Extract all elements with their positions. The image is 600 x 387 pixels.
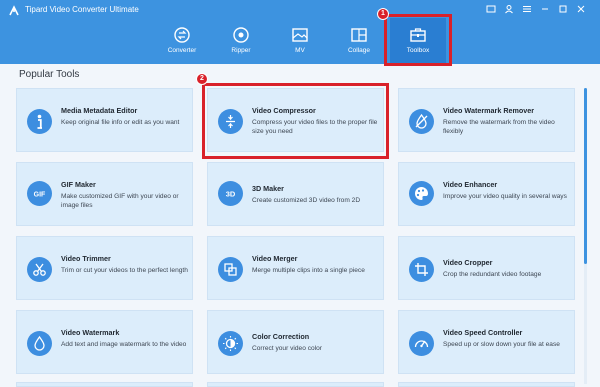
highlight-toolbox	[384, 14, 452, 66]
watermark-remover-icon	[409, 109, 434, 134]
nav-mv[interactable]: MV	[272, 24, 328, 60]
converter-icon	[174, 27, 190, 43]
tool-title: Video Trimmer	[61, 254, 111, 263]
app-title: Tipard Video Converter Ultimate	[25, 5, 139, 14]
menu-icon[interactable]	[520, 2, 534, 16]
title-bar: Tipard Video Converter Ultimate Converte…	[0, 0, 600, 64]
color-correction-icon	[218, 331, 243, 356]
tool-card-gif-maker[interactable]: GIF GIF Maker Make customized GIF with y…	[16, 162, 193, 226]
feedback-icon[interactable]	[484, 2, 498, 16]
maximize-icon[interactable]	[556, 2, 570, 16]
nav-label: Collage	[347, 47, 371, 54]
annotation-badge: 2	[196, 73, 208, 85]
tool-desc: Create customized 3D video from 2D	[252, 197, 361, 204]
tool-title: Media Metadata Editor	[61, 106, 138, 115]
tool-desc: Correct your video color	[252, 345, 322, 352]
app-logo-icon	[9, 5, 19, 16]
tool-card-video-speed-controller[interactable]: Video Speed Controller Speed up or slow …	[398, 310, 575, 374]
tool-card-video-cropper[interactable]: Video Cropper Crop the redundant video f…	[398, 236, 575, 300]
highlight-video-compressor	[202, 83, 389, 159]
tool-desc: Make customized GIF with your video or i…	[61, 193, 179, 209]
nav-label: MV	[295, 47, 305, 54]
merge-icon	[218, 257, 243, 282]
ripper-icon	[233, 27, 249, 43]
nav-label: Ripper	[231, 47, 251, 54]
tool-card-media-metadata-editor[interactable]: Media Metadata Editor Keep original file…	[16, 88, 193, 152]
tool-title: Video Enhancer	[443, 180, 498, 189]
droplet-icon	[27, 331, 52, 356]
3d-icon: 3D	[218, 181, 243, 206]
gif-icon: GIF	[27, 181, 52, 206]
tool-desc: Speed up or slow down your file at ease	[443, 341, 560, 348]
svg-text:3D: 3D	[226, 190, 236, 199]
tool-card-partial[interactable]	[16, 382, 193, 387]
tool-desc: Improve your video quality in several wa…	[443, 193, 567, 200]
tool-title: Video Cropper	[443, 258, 493, 267]
tool-title: Color Correction	[252, 332, 310, 341]
minimize-icon[interactable]	[538, 2, 552, 16]
tool-desc: Trim or cut your videos to the perfect l…	[61, 267, 188, 274]
collage-icon	[351, 28, 367, 42]
tool-title: Video Speed Controller	[443, 328, 523, 337]
user-icon[interactable]	[502, 2, 516, 16]
tool-desc: Crop the redundant video footage	[443, 271, 542, 278]
nav-label: Converter	[167, 47, 197, 54]
info-icon	[27, 109, 52, 134]
tool-card-video-watermark[interactable]: Video Watermark Add text and image water…	[16, 310, 193, 374]
tool-desc: Add text and image watermark to the vide…	[61, 341, 187, 348]
speed-icon	[409, 331, 434, 356]
tool-card-partial[interactable]	[207, 382, 384, 387]
tool-card-3d-maker[interactable]: 3D 3D Maker Create customized 3D video f…	[207, 162, 384, 226]
tool-card-video-enhancer[interactable]: Video Enhancer Improve your video qualit…	[398, 162, 575, 226]
crop-icon	[409, 257, 434, 282]
scissors-icon	[27, 257, 52, 282]
tool-desc: Keep original file info or edit as you w…	[61, 119, 180, 126]
nav-collage[interactable]: Collage	[331, 24, 387, 60]
tool-desc: Merge multiple clips into a single piece	[252, 267, 365, 274]
tool-desc: Remove the watermark from the video flex…	[443, 119, 555, 135]
palette-icon	[409, 181, 434, 206]
mv-icon	[292, 28, 308, 42]
tool-title: Video Watermark Remover	[443, 106, 535, 115]
tool-card-partial[interactable]	[398, 382, 575, 387]
close-icon[interactable]	[574, 2, 588, 16]
tool-card-video-merger[interactable]: Video Merger Merge multiple clips into a…	[207, 236, 384, 300]
scrollbar-thumb[interactable]	[584, 88, 587, 264]
section-title: Popular Tools	[19, 69, 80, 80]
nav-converter[interactable]: Converter	[154, 24, 210, 60]
tool-title: 3D Maker	[252, 184, 284, 193]
tool-title: Video Merger	[252, 254, 298, 263]
svg-text:GIF: GIF	[34, 192, 46, 199]
tool-card-video-watermark-remover[interactable]: Video Watermark Remover Remove the water…	[398, 88, 575, 152]
tool-title: GIF Maker	[61, 180, 96, 189]
tool-title: Video Watermark	[61, 328, 120, 337]
nav-ripper[interactable]: Ripper	[213, 24, 269, 60]
tool-card-video-trimmer[interactable]: Video Trimmer Trim or cut your videos to…	[16, 236, 193, 300]
annotation-badge: 1	[377, 8, 389, 20]
tool-card-color-correction[interactable]: Color Correction Correct your video colo…	[207, 310, 384, 374]
